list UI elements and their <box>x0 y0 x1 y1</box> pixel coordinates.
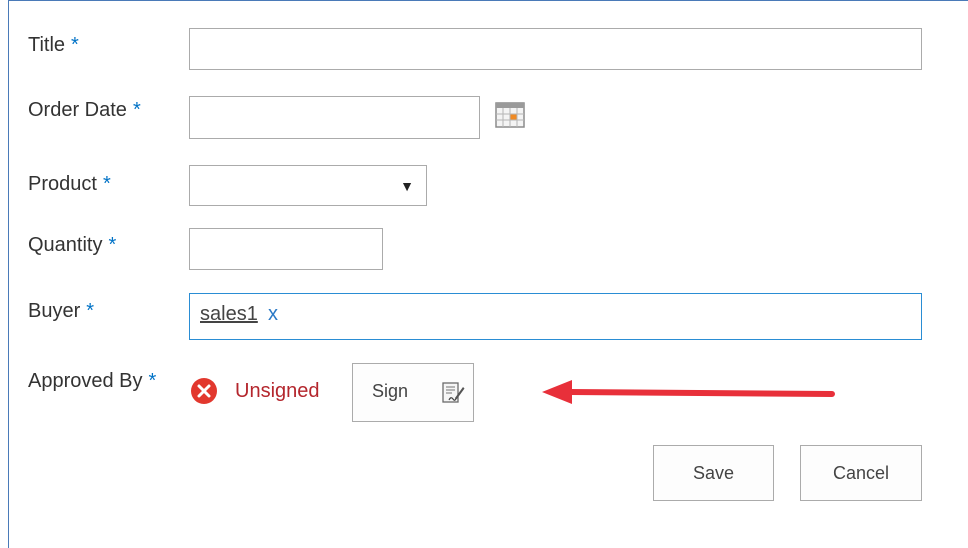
sign-button-label: Sign <box>372 381 409 401</box>
annotation-arrow <box>542 380 835 404</box>
quantity-input[interactable] <box>189 228 383 270</box>
document-pen-icon <box>442 382 465 403</box>
approval-status: Unsigned <box>235 380 320 402</box>
quantity-label: Quantity * <box>28 234 117 256</box>
title-input[interactable] <box>189 28 922 70</box>
error-circle-icon <box>191 378 217 404</box>
buyer-label: Buyer * <box>28 300 95 322</box>
order-date-label: Order Date * <box>28 99 141 121</box>
cancel-button[interactable]: Cancel <box>800 445 922 501</box>
sign-button[interactable]: Sign <box>352 363 474 422</box>
buyer-user-token[interactable]: sales1 <box>200 303 258 326</box>
calendar-icon[interactable] <box>495 102 525 128</box>
product-label: Product * <box>28 173 111 195</box>
chevron-down-icon: ▼ <box>400 178 414 194</box>
product-select[interactable]: ▼ <box>189 165 427 206</box>
remove-buyer-icon[interactable]: x <box>268 303 278 326</box>
save-button[interactable]: Save <box>653 445 774 501</box>
approved-by-label: Approved By * <box>28 370 157 392</box>
order-date-input[interactable] <box>189 96 480 139</box>
title-label: Title * <box>28 34 79 56</box>
buyer-people-picker[interactable]: sales1 x <box>189 293 922 340</box>
